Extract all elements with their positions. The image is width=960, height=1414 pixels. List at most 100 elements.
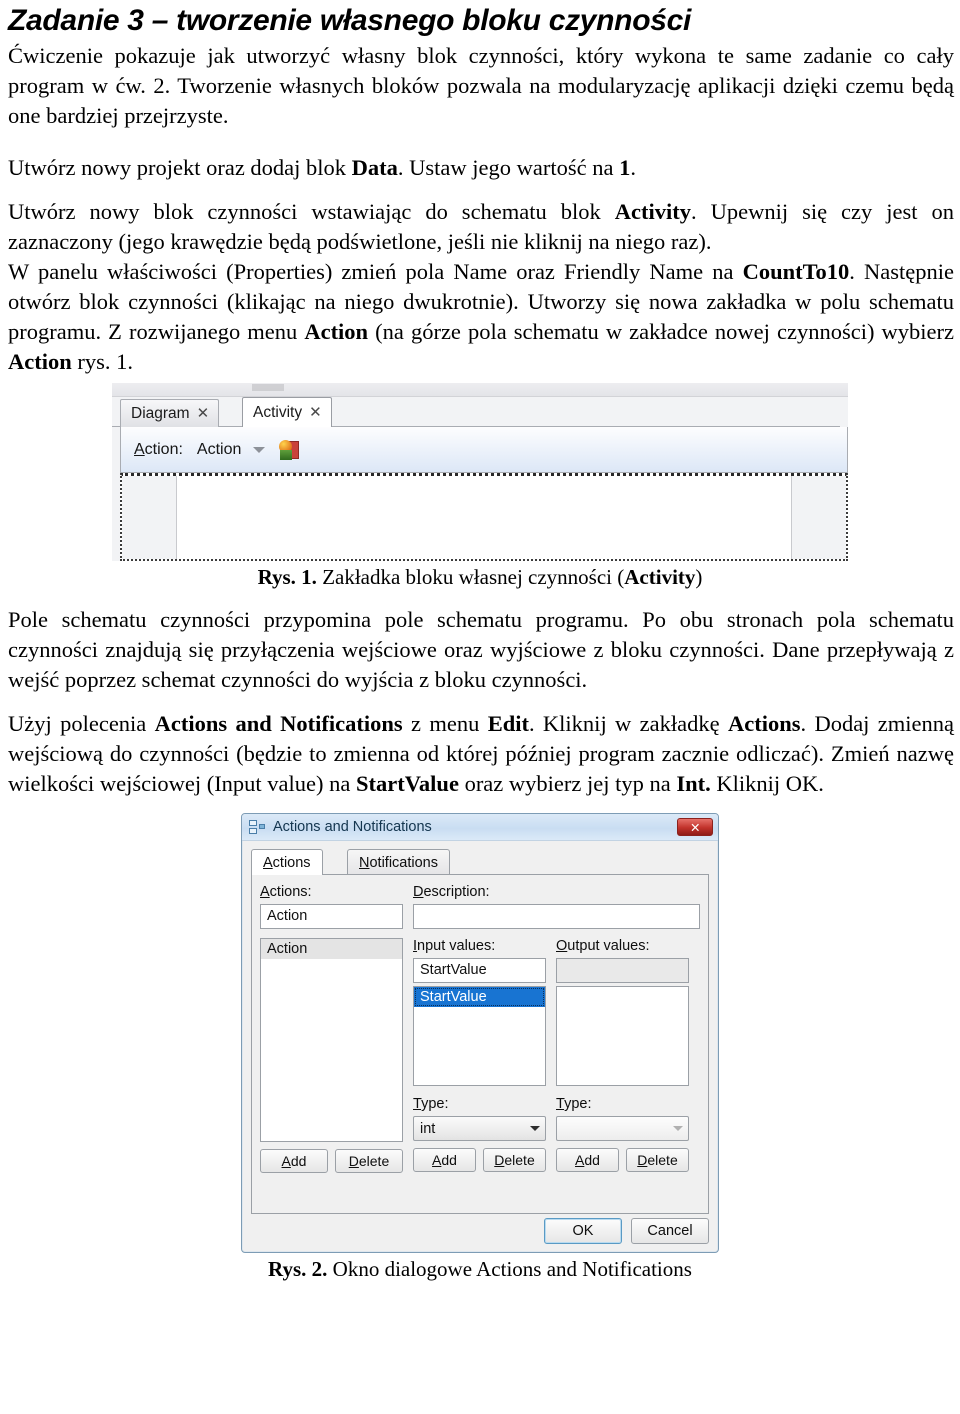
output-values-label: Output values: <box>556 938 689 954</box>
bold-one: 1 <box>619 155 631 180</box>
output-value-name-input[interactable] <box>556 958 689 983</box>
button-label-rest: dd <box>290 1153 307 1169</box>
action-dropdown[interactable]: Action <box>197 441 266 459</box>
input-values-column: Input values: StartValue StartValue Type… <box>403 938 546 1173</box>
mnemonic: A <box>575 1152 585 1168</box>
top-row: Actions: Action Description: <box>260 884 700 929</box>
tab-diagram-label: Diagram <box>131 404 190 422</box>
tab-notifications[interactable]: Notifications <box>347 849 450 875</box>
list-item[interactable]: Action <box>261 939 402 959</box>
mnemonic: A <box>281 1153 291 1169</box>
chevron-down-icon <box>673 1126 683 1131</box>
actions-listbox[interactable]: Action <box>260 938 403 1142</box>
dialog-body: Actions Notifications Actions: Action De… <box>242 841 718 1214</box>
output-type-label: Type: <box>556 1096 689 1112</box>
bold-action-menu: Action <box>304 319 369 344</box>
activity-diagram-canvas[interactable] <box>120 473 848 561</box>
canvas-input-rail <box>176 476 177 559</box>
middle-row: Action Add Delete Input values: StartVal… <box>260 938 700 1173</box>
mnemonic: A <box>263 854 273 871</box>
output-type-select[interactable] <box>556 1116 689 1141</box>
actions-button-row: Add Delete <box>260 1149 403 1173</box>
tab-overflow-nub <box>252 384 284 391</box>
output-button-row: Add Delete <box>556 1148 689 1172</box>
label-rest: utput values: <box>567 938 650 954</box>
tab-label-rest: otifications <box>369 854 438 871</box>
figure-2: Actions and Notifications ✕ Actions Noti… <box>241 813 719 1253</box>
caption-number: Rys. 2. <box>268 1257 328 1281</box>
bold-actions-tab: Actions <box>727 711 801 736</box>
canvas-right-gutter <box>792 476 846 559</box>
bold-activity: Activity <box>614 199 691 224</box>
mnemonic: A <box>432 1152 442 1168</box>
chevron-down-icon <box>530 1126 540 1131</box>
figure-2-caption: Rys. 2. Okno dialogowe Actions and Notif… <box>4 1255 956 1283</box>
mnemonic: N <box>359 854 370 871</box>
tab-activity[interactable]: Activity ✕ <box>242 397 332 427</box>
text-fragment: . Ustaw jego wartość na <box>397 155 620 180</box>
bold-edit: Edit <box>487 711 529 736</box>
activity-tab-screenshot: Diagram ✕ Activity ✕ Action: Action <box>112 383 848 561</box>
mnemonic: D <box>494 1152 505 1168</box>
tabstrip: Diagram ✕ Activity ✕ <box>120 397 848 427</box>
actions-notifications-dialog: Actions and Notifications ✕ Actions Noti… <box>241 813 719 1253</box>
output-add-button[interactable]: Add <box>556 1148 619 1172</box>
icon-part-side <box>259 823 265 829</box>
bold-countto10: CountTo10 <box>742 259 850 284</box>
button-label-rest: elete <box>504 1152 535 1168</box>
close-icon[interactable]: ✕ <box>197 406 210 421</box>
actions-add-button[interactable]: Add <box>260 1149 328 1173</box>
input-type-select[interactable]: int <box>413 1116 546 1141</box>
window-top-strip <box>112 383 848 397</box>
insert-action-icon[interactable] <box>279 439 301 461</box>
button-label-rest: dd <box>584 1152 600 1168</box>
input-values-listbox[interactable]: StartValue <box>413 986 546 1086</box>
input-value-name-input[interactable]: StartValue <box>413 958 546 983</box>
cancel-button[interactable]: Cancel <box>631 1218 709 1244</box>
input-delete-button[interactable]: Delete <box>483 1148 546 1172</box>
list-item[interactable]: StartValue <box>414 987 545 1007</box>
output-values-listbox[interactable] <box>556 986 689 1086</box>
text-fragment: Kliknij OK. <box>710 771 824 796</box>
mnemonic: D <box>413 884 424 900</box>
paragraph-create-project: Utwórz nowy projekt oraz dodaj blok Data… <box>8 153 954 183</box>
actions-name-input[interactable]: Action <box>260 904 403 929</box>
actions-delete-button[interactable]: Delete <box>335 1149 403 1173</box>
text-fragment: z menu <box>402 711 488 736</box>
text-fragment: (na górze pola schematu w zakładce nowej… <box>368 319 954 344</box>
tab-diagram[interactable]: Diagram ✕ <box>120 399 220 427</box>
output-values-column: Output values: Type: Add Delete <box>546 938 689 1173</box>
text-fragment: rys. 1. <box>71 349 133 374</box>
text-fragment: Utwórz nowy blok czynności wstawiając do… <box>8 199 615 224</box>
activity-toolbar: Action: Action <box>120 427 848 473</box>
paragraph-actions-notifications: Użyj polecenia Actions and Notifications… <box>8 709 954 799</box>
label-rest: ction: <box>144 440 183 458</box>
text-fragment: Utwórz nowy projekt oraz dodaj blok <box>8 155 352 180</box>
actions-column: Actions: Action <box>260 884 403 929</box>
actions-label: Actions: <box>260 884 403 900</box>
button-label-rest: elete <box>647 1152 678 1168</box>
close-icon[interactable]: ✕ <box>677 818 713 836</box>
dialog-titlebar: Actions and Notifications ✕ <box>242 814 718 841</box>
figure-1: Diagram ✕ Activity ✕ Action: Action <box>112 383 848 561</box>
output-delete-button[interactable]: Delete <box>626 1148 689 1172</box>
input-type-value: int <box>420 1120 436 1137</box>
description-input[interactable] <box>413 904 700 929</box>
text-fragment: . <box>630 155 636 180</box>
paragraph-intro: Ćwiczenie pokazuje jak utworzyć własny b… <box>8 43 954 128</box>
description-label: Description: <box>413 884 700 900</box>
label-rest: ype: <box>564 1096 592 1112</box>
app-icon <box>249 819 266 836</box>
chevron-down-icon <box>253 446 266 453</box>
tab-label-rest: ctions <box>272 854 311 871</box>
ok-button[interactable]: OK <box>544 1218 622 1244</box>
close-icon[interactable]: ✕ <box>309 405 322 420</box>
text-fragment: Użyj polecenia <box>8 711 155 736</box>
input-add-button[interactable]: Add <box>413 1148 476 1172</box>
tab-actions[interactable]: Actions <box>251 849 323 875</box>
mnemonic: T <box>556 1096 565 1112</box>
bold-actions-and-notifications: Actions and Notifications <box>154 711 403 736</box>
